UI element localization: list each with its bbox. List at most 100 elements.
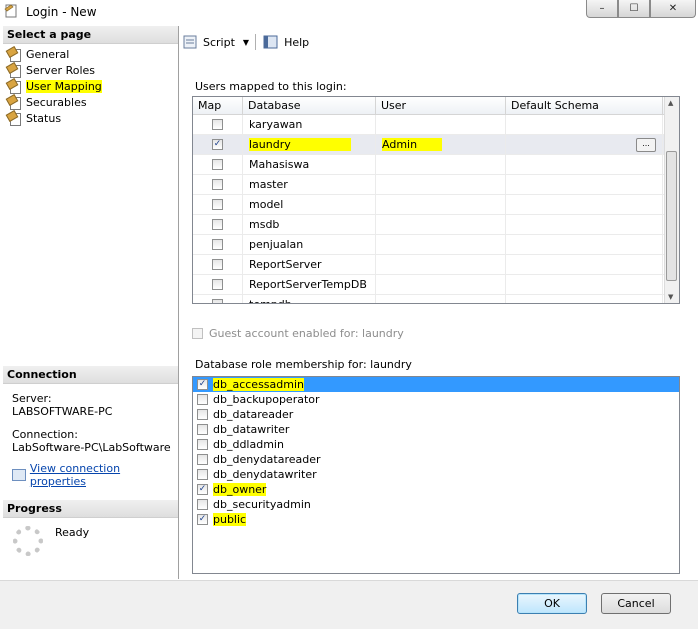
ok-button[interactable]: OK bbox=[517, 593, 587, 614]
column-database[interactable]: Database bbox=[243, 97, 376, 114]
table-row[interactable]: penjualan bbox=[193, 235, 679, 255]
progress-section: Progress Ready bbox=[3, 500, 178, 556]
role-checkbox[interactable] bbox=[197, 454, 208, 465]
role-checkbox[interactable] bbox=[197, 394, 208, 405]
page-wrench-icon bbox=[5, 93, 21, 110]
grid-vertical-scrollbar[interactable]: ▲ ▼ bbox=[664, 97, 679, 303]
page-item-label: User Mapping bbox=[26, 79, 102, 93]
user-cell[interactable] bbox=[376, 215, 506, 234]
user-cell[interactable] bbox=[376, 295, 506, 303]
database-cell: Mahasiswa bbox=[243, 155, 376, 174]
user-cell[interactable] bbox=[376, 155, 506, 174]
list-item[interactable]: ✓ public bbox=[193, 512, 679, 527]
list-item[interactable]: ✓ db_accessadmin bbox=[193, 377, 679, 392]
database-cell: master bbox=[243, 175, 376, 194]
list-item[interactable]: db_datawriter bbox=[193, 422, 679, 437]
help-button[interactable]: Help bbox=[262, 34, 309, 50]
scrollbar-thumb[interactable] bbox=[666, 151, 677, 281]
table-row[interactable]: master bbox=[193, 175, 679, 195]
connection-label: Connection: bbox=[12, 428, 78, 441]
minimize-button[interactable]: – bbox=[586, 0, 618, 18]
schema-cell[interactable] bbox=[506, 235, 663, 254]
list-item[interactable]: db_denydatareader bbox=[193, 452, 679, 467]
page-item-general[interactable]: General bbox=[5, 45, 178, 62]
title-bar: Login - New – ☐ ✕ bbox=[0, 0, 698, 25]
list-item[interactable]: db_denydatawriter bbox=[193, 467, 679, 482]
map-checkbox[interactable] bbox=[212, 259, 223, 270]
role-checkbox[interactable]: ✓ bbox=[197, 379, 208, 390]
role-membership-list: ✓ db_accessadmin db_backupoperator db_da… bbox=[192, 376, 680, 574]
role-checkbox[interactable] bbox=[197, 409, 208, 420]
map-checkbox[interactable] bbox=[212, 179, 223, 190]
map-checkbox[interactable] bbox=[212, 199, 223, 210]
list-item[interactable]: db_datareader bbox=[193, 407, 679, 422]
database-cell: model bbox=[243, 195, 376, 214]
role-label: public bbox=[213, 513, 247, 526]
maximize-button[interactable]: ☐ bbox=[618, 0, 650, 18]
database-cell: ReportServerTempDB bbox=[243, 275, 376, 294]
role-checkbox[interactable] bbox=[197, 499, 208, 510]
close-button[interactable]: ✕ bbox=[650, 0, 696, 18]
map-checkbox[interactable] bbox=[212, 299, 223, 303]
table-row[interactable]: ReportServer bbox=[193, 255, 679, 275]
user-cell[interactable] bbox=[376, 175, 506, 194]
map-checkbox[interactable] bbox=[212, 119, 223, 130]
schema-cell[interactable] bbox=[506, 175, 663, 194]
schema-cell[interactable]: ... bbox=[506, 135, 663, 154]
table-row[interactable]: msdb bbox=[193, 215, 679, 235]
script-button[interactable]: Script ▼ bbox=[181, 34, 249, 50]
scroll-up-icon[interactable]: ▲ bbox=[668, 99, 673, 107]
view-connection-properties-row[interactable]: View connection properties bbox=[12, 462, 178, 488]
role-checkbox[interactable] bbox=[197, 439, 208, 450]
schema-cell[interactable] bbox=[506, 115, 663, 134]
role-checkbox[interactable] bbox=[197, 424, 208, 435]
role-label: db_accessadmin bbox=[213, 378, 304, 391]
schema-cell[interactable] bbox=[506, 215, 663, 234]
column-map[interactable]: Map bbox=[193, 97, 243, 114]
progress-spinner-icon bbox=[13, 526, 43, 556]
user-cell[interactable] bbox=[376, 255, 506, 274]
user-cell[interactable]: Admin bbox=[382, 138, 443, 151]
page-list: General Server Roles User Mapping Secura… bbox=[3, 44, 178, 126]
schema-cell[interactable] bbox=[506, 155, 663, 174]
user-cell[interactable] bbox=[376, 275, 506, 294]
page-item-server-roles[interactable]: Server Roles bbox=[5, 61, 178, 78]
schema-cell[interactable] bbox=[506, 255, 663, 274]
list-item[interactable]: db_ddladmin bbox=[193, 437, 679, 452]
map-checkbox[interactable] bbox=[212, 219, 223, 230]
browse-schema-button[interactable]: ... bbox=[636, 137, 656, 152]
table-row[interactable]: Mahasiswa bbox=[193, 155, 679, 175]
table-row[interactable]: ✓ laundry Admin ... bbox=[193, 135, 679, 155]
column-default-schema[interactable]: Default Schema bbox=[506, 97, 663, 114]
list-item[interactable]: db_securityadmin bbox=[193, 497, 679, 512]
list-item[interactable]: ✓ db_owner bbox=[193, 482, 679, 497]
page-item-status[interactable]: Status bbox=[5, 109, 178, 126]
schema-cell[interactable] bbox=[506, 195, 663, 214]
table-row[interactable]: tempdb bbox=[193, 295, 679, 303]
role-checkbox[interactable]: ✓ bbox=[197, 484, 208, 495]
user-cell[interactable] bbox=[376, 195, 506, 214]
role-label: db_ddladmin bbox=[213, 438, 284, 451]
column-user[interactable]: User bbox=[376, 97, 506, 114]
chevron-down-icon[interactable]: ▼ bbox=[243, 38, 249, 47]
map-checkbox[interactable]: ✓ bbox=[212, 139, 223, 150]
map-checkbox[interactable] bbox=[212, 239, 223, 250]
list-item[interactable]: db_backupoperator bbox=[193, 392, 679, 407]
role-checkbox[interactable]: ✓ bbox=[197, 514, 208, 525]
scroll-down-icon[interactable]: ▼ bbox=[668, 293, 673, 301]
view-connection-properties-link[interactable]: View connection properties bbox=[30, 462, 178, 488]
user-cell[interactable] bbox=[376, 235, 506, 254]
table-row[interactable]: ReportServerTempDB bbox=[193, 275, 679, 295]
guest-account-label: Guest account enabled for: laundry bbox=[209, 327, 404, 340]
schema-cell[interactable] bbox=[506, 295, 663, 303]
page-item-user-mapping[interactable]: User Mapping bbox=[5, 77, 178, 94]
page-item-securables[interactable]: Securables bbox=[5, 93, 178, 110]
map-checkbox[interactable] bbox=[212, 279, 223, 290]
table-row[interactable]: model bbox=[193, 195, 679, 215]
map-checkbox[interactable] bbox=[212, 159, 223, 170]
table-row[interactable]: karyawan bbox=[193, 115, 679, 135]
user-cell[interactable] bbox=[376, 115, 506, 134]
cancel-button[interactable]: Cancel bbox=[601, 593, 671, 614]
schema-cell[interactable] bbox=[506, 275, 663, 294]
role-checkbox[interactable] bbox=[197, 469, 208, 480]
